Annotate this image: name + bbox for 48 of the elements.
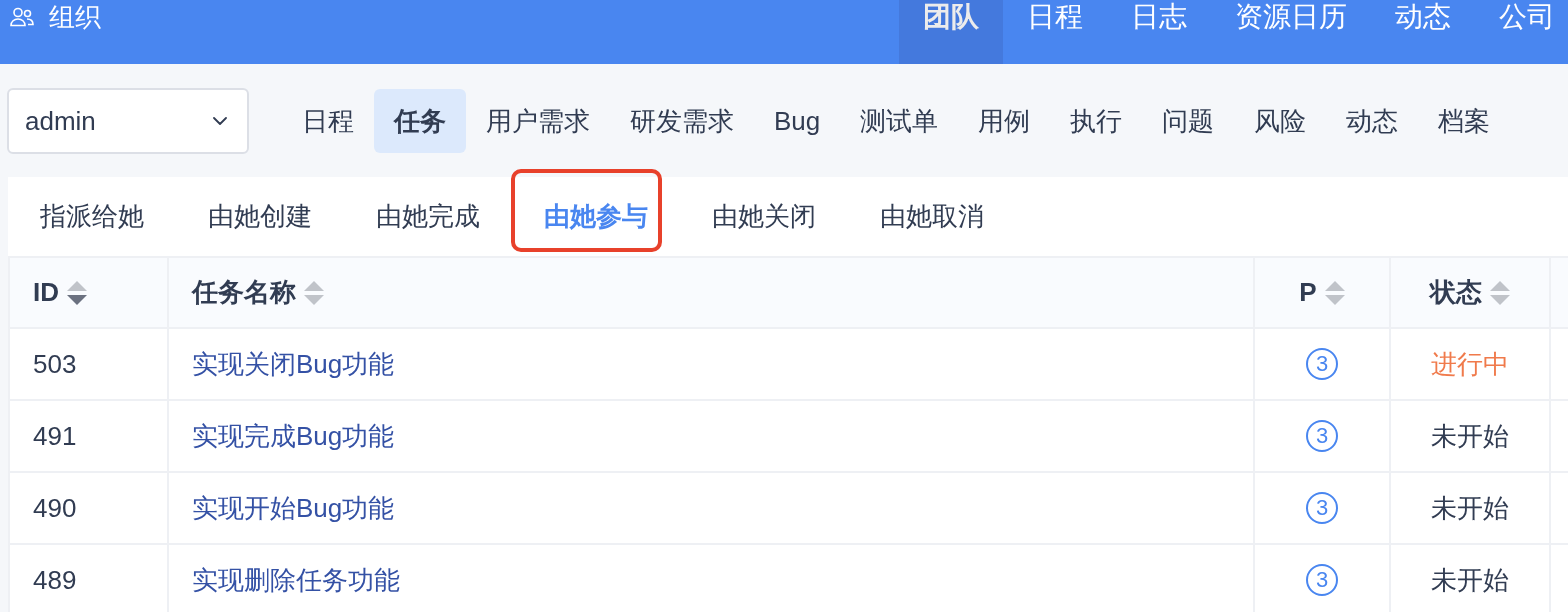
module-tab[interactable]: 用例 <box>958 89 1051 153</box>
module-tab[interactable]: 用户需求 <box>466 89 610 153</box>
nav-link[interactable]: 公司 <box>1475 0 1568 64</box>
chevron-down-icon <box>213 117 227 125</box>
module-tab[interactable]: Bug <box>754 89 841 153</box>
task-id: 489 <box>33 564 77 595</box>
status-text: 未开始 <box>1431 564 1509 595</box>
nav-link[interactable]: 日志 <box>1107 0 1211 64</box>
task-id: 490 <box>33 492 77 523</box>
status-text: 未开始 <box>1431 492 1509 523</box>
sub-tab[interactable]: 由她取消 <box>848 176 1016 257</box>
priority-badge: 3 <box>1306 564 1338 596</box>
task-link[interactable]: 实现完成Bug功能 <box>192 420 395 451</box>
column-header[interactable]: 任务名称 <box>192 273 296 312</box>
priority-badge: 3 <box>1306 492 1338 524</box>
module-tab[interactable]: 执行 <box>1050 89 1143 153</box>
sub-tab[interactable]: 由她完成 <box>344 176 512 257</box>
priority-badge: 3 <box>1306 420 1338 452</box>
module-tab[interactable]: 日程 <box>282 89 374 153</box>
nav-link[interactable]: 动态 <box>1371 0 1475 64</box>
sub-tab[interactable]: 由她创建 <box>176 176 344 257</box>
column-header[interactable]: ID <box>33 273 59 312</box>
module-tab[interactable]: 测试单 <box>840 89 959 153</box>
task-link[interactable]: 实现关闭Bug功能 <box>192 348 395 379</box>
module-tab[interactable]: 风险 <box>1234 89 1327 153</box>
module-tab[interactable]: 档案 <box>1418 89 1511 153</box>
sub-tab[interactable]: 由她关闭 <box>680 176 848 257</box>
nav-link[interactable]: 日程 <box>1003 0 1107 64</box>
column-header[interactable]: 状态 <box>1430 273 1482 312</box>
task-id: 503 <box>33 348 77 379</box>
users-icon <box>10 7 34 27</box>
module-tab[interactable]: 任务 <box>374 89 466 153</box>
task-link[interactable]: 实现开始Bug功能 <box>192 492 395 523</box>
sub-tab[interactable]: 指派给她 <box>8 176 176 257</box>
priority-badge: 3 <box>1306 348 1338 380</box>
module-tab[interactable]: 问题 <box>1142 89 1235 153</box>
nav-link[interactable]: 资源日历 <box>1211 0 1371 64</box>
status-text: 进行中 <box>1431 348 1509 379</box>
user-select[interactable]: admin <box>7 88 249 154</box>
sub-tab[interactable]: 由她参与 <box>512 176 680 257</box>
nav-link[interactable]: 团队 <box>899 0 1003 64</box>
task-link[interactable]: 实现删除任务功能 <box>192 564 400 595</box>
page-title: 组织 <box>49 1 101 34</box>
status-text: 未开始 <box>1431 420 1509 451</box>
module-tab[interactable]: 研发需求 <box>610 89 754 153</box>
module-tab[interactable]: 动态 <box>1326 89 1419 153</box>
column-header[interactable]: P <box>1299 273 1317 312</box>
task-id: 491 <box>33 420 77 451</box>
